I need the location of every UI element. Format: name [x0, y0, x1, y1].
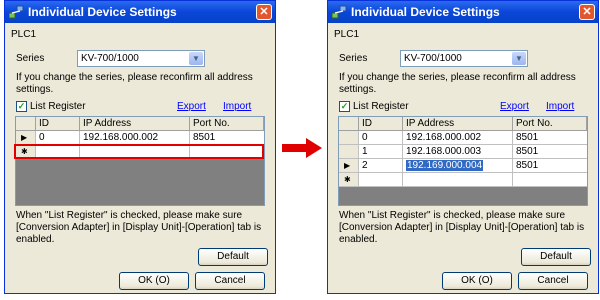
id-cell[interactable]: 0 [359, 131, 403, 145]
new-row-highlight [14, 144, 264, 159]
title-bar[interactable]: Individual Device Settings ✕ [5, 1, 275, 23]
series-note-line2: settings. [16, 84, 54, 95]
row-header [339, 131, 359, 145]
grid-header: ID IP Address Port No. [339, 117, 587, 131]
footer-note-line2: [Conversion Adapter] in [Display Unit]-[… [339, 222, 585, 233]
default-button[interactable]: Default [521, 248, 591, 266]
column-header-id[interactable]: ID [36, 117, 80, 131]
export-link[interactable]: Export [177, 101, 206, 112]
cancel-button[interactable]: Cancel [518, 272, 588, 290]
id-cell[interactable]: 2 [359, 159, 403, 173]
new-row-asterisk-icon: ✱ [339, 173, 359, 187]
footer-note-line2: [Conversion Adapter] in [Display Unit]-[… [16, 222, 262, 233]
footer-note-line1: When "List Register" is checked, please … [16, 210, 243, 221]
dialog-after: Individual Device Settings ✕ PLC1 Series… [327, 0, 599, 294]
list-register-label: List Register [30, 101, 86, 112]
table-row[interactable]: ▶ 2 192.169.000.004 8501 [339, 159, 587, 173]
close-icon[interactable]: ✕ [579, 4, 595, 20]
footer-note-line3: enabled. [339, 234, 378, 245]
cancel-button[interactable]: Cancel [195, 272, 265, 290]
column-header-ip[interactable]: IP Address [403, 117, 513, 131]
ip-cell[interactable] [403, 173, 513, 187]
current-row-indicator-icon: ▶ [16, 131, 36, 145]
ip-cell[interactable]: 192.168.000.002 [80, 131, 190, 145]
device-name: PLC1 [334, 29, 360, 40]
series-note-line2: settings. [339, 84, 377, 95]
port-cell[interactable]: 8501 [513, 131, 587, 145]
list-register-checkbox[interactable]: ✓ [339, 101, 350, 112]
ip-address-grid[interactable]: ID IP Address Port No. ▶ 0 192.168.000.0… [15, 116, 265, 206]
grid-header: ID IP Address Port No. [16, 117, 264, 131]
column-header-port[interactable]: Port No. [513, 117, 587, 131]
id-cell[interactable]: 1 [359, 145, 403, 159]
column-header-id[interactable]: ID [359, 117, 403, 131]
column-header-ip[interactable]: IP Address [80, 117, 190, 131]
chevron-down-icon[interactable]: ▼ [512, 52, 526, 65]
close-icon[interactable]: ✕ [256, 4, 272, 20]
window-title: Individual Device Settings [28, 5, 177, 19]
row-header-corner [339, 117, 359, 131]
export-link[interactable]: Export [500, 101, 529, 112]
column-header-port[interactable]: Port No. [190, 117, 264, 131]
window-title: Individual Device Settings [351, 5, 500, 19]
ip-address-grid[interactable]: ID IP Address Port No. 0 192.168.000.002… [338, 116, 588, 206]
table-row[interactable]: ▶ 0 192.168.000.002 8501 [16, 131, 264, 145]
id-cell[interactable]: 0 [36, 131, 80, 145]
series-note-line1: If you change the series, please reconfi… [16, 72, 253, 83]
series-dropdown[interactable]: KV-700/1000 ▼ [400, 50, 528, 67]
dialog-before: Individual Device Settings ✕ PLC1 Series… [4, 0, 276, 294]
row-header-corner [16, 117, 36, 131]
new-row[interactable]: ✱ [339, 173, 587, 187]
table-row[interactable]: 1 192.168.000.003 8501 [339, 145, 587, 159]
default-button[interactable]: Default [198, 248, 268, 266]
ok-button[interactable]: OK (O) [119, 272, 189, 290]
list-register-checkbox[interactable]: ✓ [16, 101, 27, 112]
series-dropdown[interactable]: KV-700/1000 ▼ [77, 50, 205, 67]
series-value: KV-700/1000 [404, 53, 462, 64]
current-row-indicator-icon: ▶ [339, 159, 359, 173]
ip-cell[interactable]: 192.168.000.002 [403, 131, 513, 145]
title-bar[interactable]: Individual Device Settings ✕ [328, 1, 598, 23]
footer-note-line1: When "List Register" is checked, please … [339, 210, 566, 221]
ip-cell-selected[interactable]: 192.169.000.004 [403, 159, 513, 173]
device-name: PLC1 [11, 29, 37, 40]
right-arrow-icon [282, 138, 322, 158]
port-cell[interactable] [513, 173, 587, 187]
selected-ip-text[interactable]: 192.169.000.004 [406, 160, 484, 171]
series-value: KV-700/1000 [81, 53, 139, 64]
port-cell[interactable]: 8501 [513, 159, 587, 173]
series-note-line1: If you change the series, please reconfi… [339, 72, 576, 83]
footer-note-line3: enabled. [16, 234, 55, 245]
network-devices-icon [9, 5, 24, 19]
port-cell[interactable]: 8501 [190, 131, 264, 145]
ok-button[interactable]: OK (O) [442, 272, 512, 290]
id-cell[interactable] [359, 173, 403, 187]
network-devices-icon [332, 5, 347, 19]
ip-cell[interactable]: 192.168.000.003 [403, 145, 513, 159]
row-header [339, 145, 359, 159]
series-label: Series [16, 53, 45, 64]
series-label: Series [339, 53, 368, 64]
list-register-label: List Register [353, 101, 409, 112]
table-row[interactable]: 0 192.168.000.002 8501 [339, 131, 587, 145]
import-link[interactable]: Import [546, 101, 574, 112]
chevron-down-icon[interactable]: ▼ [189, 52, 203, 65]
port-cell[interactable]: 8501 [513, 145, 587, 159]
import-link[interactable]: Import [223, 101, 251, 112]
